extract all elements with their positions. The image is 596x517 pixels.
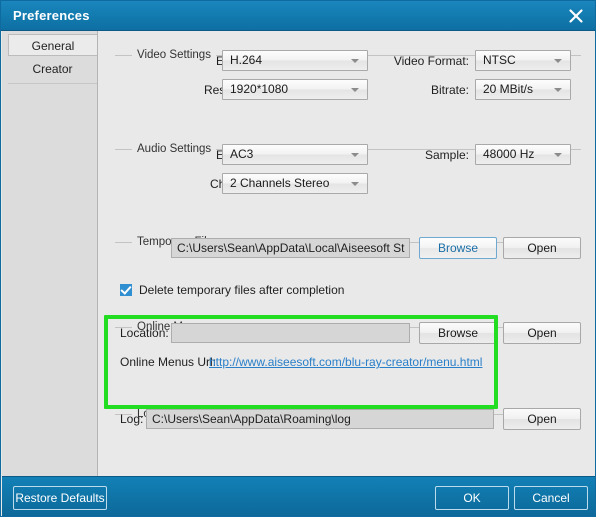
combo-video-bitrate[interactable]: 20 MBit/s bbox=[475, 79, 571, 100]
online-menus-url-link[interactable]: http://www.aiseesoft.com/blu-ray-creator… bbox=[209, 352, 482, 372]
close-icon[interactable] bbox=[564, 5, 588, 27]
check-icon bbox=[120, 283, 132, 295]
log-path-value: C:\Users\Sean\AppData\Roaming\log bbox=[152, 412, 351, 426]
temp-open-button[interactable]: Open bbox=[503, 237, 581, 259]
restore-defaults-button[interactable]: Restore Defaults bbox=[13, 486, 107, 510]
log-open-button[interactable]: Open bbox=[503, 408, 581, 430]
temp-location-value: C:\Users\Sean\AppData\Local\Aiseesoft St… bbox=[177, 241, 405, 255]
chevron-down-icon bbox=[351, 153, 359, 157]
label-audio-sample: Sample: bbox=[424, 148, 469, 162]
combo-audio-encoder[interactable]: AC3 bbox=[222, 144, 368, 165]
chevron-down-icon bbox=[351, 59, 359, 63]
chevron-down-icon bbox=[554, 88, 562, 92]
window-title: Preferences bbox=[13, 8, 90, 23]
cancel-button[interactable]: Cancel bbox=[514, 486, 588, 510]
title-bar: Preferences bbox=[1, 1, 595, 31]
combo-video-encoder[interactable]: H.264 bbox=[222, 50, 368, 71]
combo-video-encoder-value: H.264 bbox=[230, 53, 263, 67]
sidebar: General Creator bbox=[2, 31, 98, 476]
combo-audio-channels-value: 2 Channels Stereo bbox=[230, 176, 330, 190]
combo-audio-encoder-value: AC3 bbox=[230, 147, 254, 161]
online-open-button[interactable]: Open bbox=[503, 322, 581, 344]
checkbox-indicator bbox=[120, 283, 132, 296]
online-location-input[interactable] bbox=[171, 323, 410, 343]
sidebar-empty-area bbox=[8, 83, 97, 473]
combo-audio-sample[interactable]: 48000 Hz bbox=[475, 144, 571, 165]
sidebar-item-label: General bbox=[31, 39, 75, 53]
label-video-bitrate: Bitrate: bbox=[430, 83, 469, 97]
combo-video-resolution-value: 1920*1080 bbox=[230, 82, 289, 96]
sidebar-item-general[interactable]: General bbox=[8, 34, 97, 56]
combo-audio-sample-value: 48000 Hz bbox=[483, 147, 535, 161]
dialog-footer: Restore Defaults OK Cancel bbox=[2, 476, 595, 516]
online-browse-button[interactable]: Browse bbox=[419, 322, 497, 344]
sidebar-item-label: Creator bbox=[32, 62, 73, 76]
combo-video-resolution[interactable]: 1920*1080 bbox=[222, 79, 368, 100]
chevron-down-icon bbox=[351, 182, 359, 186]
chevron-down-icon bbox=[554, 153, 562, 157]
combo-audio-channels[interactable]: 2 Channels Stereo bbox=[222, 173, 368, 194]
combo-video-bitrate-value: 20 MBit/s bbox=[483, 82, 534, 96]
settings-panel: Video Settings Encoder: H.264 Resolution… bbox=[98, 31, 595, 476]
combo-video-format[interactable]: NTSC bbox=[475, 50, 571, 71]
chevron-down-icon bbox=[554, 59, 562, 63]
preferences-dialog: Preferences General Creator Video Settin… bbox=[0, 0, 596, 517]
chevron-down-icon bbox=[351, 88, 359, 92]
delete-temp-files-label: Delete temporary files after completion bbox=[139, 283, 345, 297]
label-video-format: Video Format: bbox=[393, 54, 469, 68]
temp-browse-button[interactable]: Browse bbox=[419, 237, 497, 259]
ok-button[interactable]: OK bbox=[435, 486, 509, 510]
sidebar-item-creator[interactable]: Creator bbox=[8, 58, 97, 80]
log-path-input[interactable]: C:\Users\Sean\AppData\Roaming\log bbox=[146, 409, 494, 429]
delete-temp-files-checkbox[interactable]: Delete temporary files after completion bbox=[120, 282, 380, 298]
combo-video-format-value: NTSC bbox=[483, 53, 516, 67]
temp-location-input[interactable]: C:\Users\Sean\AppData\Local\Aiseesoft St… bbox=[171, 238, 410, 258]
